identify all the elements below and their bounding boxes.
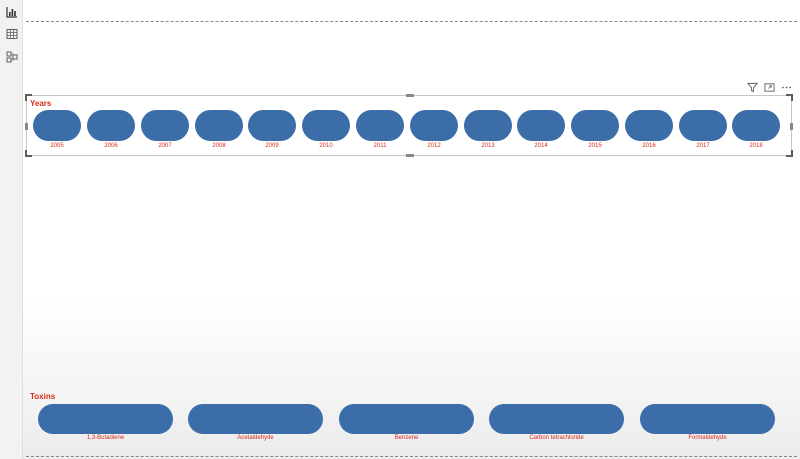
toxin-label: Carbon tetrachloride <box>529 435 584 441</box>
toxin-button[interactable] <box>339 404 474 434</box>
year-button[interactable] <box>625 110 673 141</box>
filter-button[interactable] <box>746 82 758 95</box>
year-label: 2013 <box>481 143 495 149</box>
toxin-button[interactable] <box>38 404 173 434</box>
year-label: 2005 <box>50 143 64 149</box>
report-window: Years 2005 2006 2007 2008 2009 2010 2011… <box>0 0 800 459</box>
year-tile[interactable]: 2010 <box>302 110 350 149</box>
resize-handle[interactable] <box>786 94 793 101</box>
year-tile[interactable]: 2011 <box>356 110 404 149</box>
resize-handle[interactable] <box>25 150 32 157</box>
toxin-tile[interactable]: Formaldehyde <box>640 404 775 441</box>
year-tile[interactable]: 2012 <box>410 110 458 149</box>
page-bottom-boundary <box>26 456 797 457</box>
year-button[interactable] <box>464 110 512 141</box>
year-button[interactable] <box>33 110 81 141</box>
year-button[interactable] <box>517 110 565 141</box>
year-tile[interactable]: 2017 <box>679 110 727 149</box>
toxin-tile[interactable]: 1,3-Butadiene <box>38 404 173 441</box>
year-tile[interactable]: 2013 <box>464 110 512 149</box>
resize-handle[interactable] <box>25 123 28 130</box>
year-button[interactable] <box>87 110 135 141</box>
year-label: 2015 <box>588 143 602 149</box>
report-view-icon <box>5 5 18 23</box>
toxin-tile[interactable]: Carbon tetrachloride <box>489 404 624 441</box>
year-tile[interactable]: 2006 <box>87 110 135 149</box>
years-slicer[interactable]: Years 2005 2006 2007 2008 2009 2010 2011… <box>25 94 793 157</box>
year-button[interactable] <box>195 110 243 141</box>
year-label: 2016 <box>642 143 656 149</box>
year-button[interactable] <box>410 110 458 141</box>
data-view-button[interactable] <box>4 28 19 43</box>
year-tile[interactable]: 2008 <box>195 110 243 149</box>
resize-handle[interactable] <box>786 150 793 157</box>
year-button[interactable] <box>141 110 189 141</box>
toxin-label: Acetaldehyde <box>237 435 274 441</box>
toxin-button[interactable] <box>489 404 624 434</box>
year-label: 2017 <box>696 143 710 149</box>
toxin-label: 1,3-Butadiene <box>86 435 125 441</box>
year-label: 2007 <box>158 143 172 149</box>
toxins-slicer-title: Toxins <box>30 392 56 401</box>
focus-mode-button[interactable] <box>763 83 775 95</box>
year-tile[interactable]: 2007 <box>141 110 189 149</box>
year-button[interactable] <box>356 110 404 141</box>
resize-handle[interactable] <box>406 94 414 97</box>
year-label: 2009 <box>265 143 279 149</box>
year-label: 2011 <box>373 143 387 149</box>
year-button[interactable] <box>248 110 296 141</box>
resize-handle[interactable] <box>790 123 793 130</box>
year-tile[interactable]: 2014 <box>517 110 565 149</box>
toxin-label: Formaldehyde <box>688 435 727 441</box>
resize-handle[interactable] <box>406 154 414 157</box>
toxin-button[interactable] <box>640 404 775 434</box>
model-view-icon <box>6 50 18 68</box>
year-tile[interactable]: 2016 <box>625 110 673 149</box>
year-button[interactable] <box>302 110 350 141</box>
year-label: 2018 <box>749 143 763 149</box>
year-label: 2014 <box>534 143 548 149</box>
year-tile[interactable]: 2015 <box>571 110 619 149</box>
year-tile[interactable]: 2018 <box>732 110 780 149</box>
view-switcher-rail <box>0 0 23 459</box>
years-slicer-title: Years <box>30 99 52 108</box>
report-canvas: Years 2005 2006 2007 2008 2009 2010 2011… <box>23 0 800 459</box>
report-view-button[interactable] <box>4 6 19 21</box>
page-top-boundary <box>26 21 797 22</box>
year-label: 2008 <box>212 143 226 149</box>
year-tile[interactable]: 2005 <box>33 110 81 149</box>
toxin-label: Benzene <box>394 435 419 441</box>
year-button[interactable] <box>679 110 727 141</box>
toxin-button[interactable] <box>188 404 323 434</box>
year-label: 2006 <box>104 143 118 149</box>
year-tile[interactable]: 2009 <box>248 110 296 149</box>
toxin-tile[interactable]: Acetaldehyde <box>188 404 323 441</box>
year-label: 2012 <box>427 143 441 149</box>
year-label: 2010 <box>319 143 333 149</box>
data-view-icon <box>6 27 18 45</box>
model-view-button[interactable] <box>4 51 19 66</box>
toxin-tile[interactable]: Benzene <box>339 404 474 441</box>
year-button[interactable] <box>732 110 780 141</box>
year-button[interactable] <box>571 110 619 141</box>
